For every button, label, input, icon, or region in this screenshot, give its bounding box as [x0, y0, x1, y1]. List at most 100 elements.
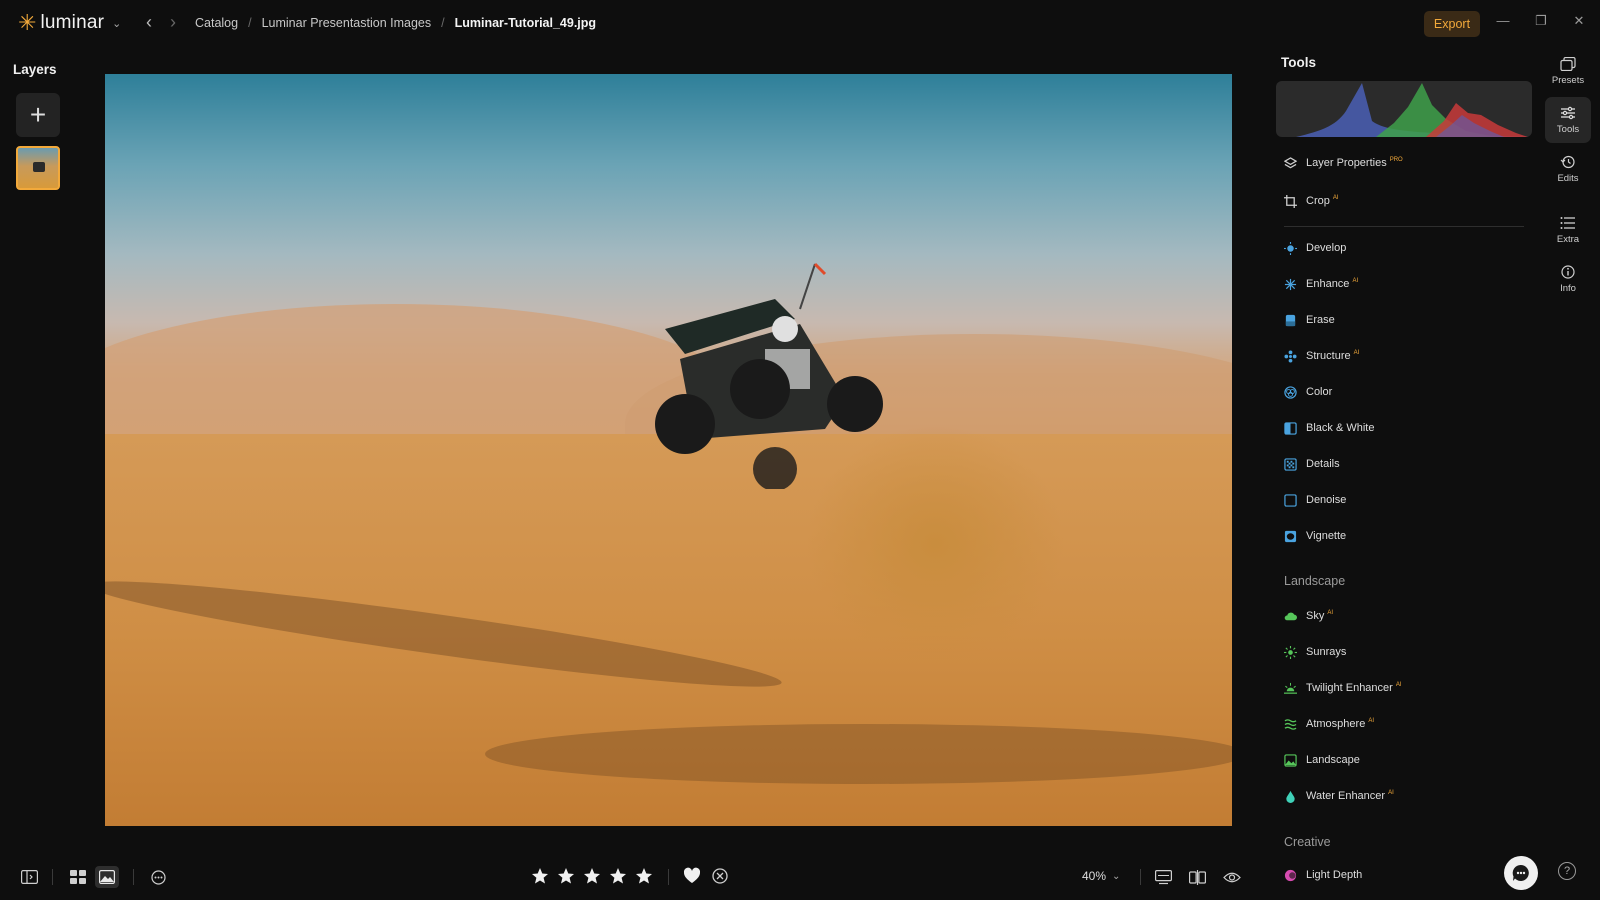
sun-icon: [1284, 241, 1297, 255]
forward-button[interactable]: ›: [164, 13, 182, 33]
tool-color[interactable]: Color: [1284, 383, 1332, 401]
rail-presets[interactable]: Presets: [1545, 48, 1591, 94]
vignette-icon: [1284, 530, 1297, 542]
tool-black-white[interactable]: Black & White: [1284, 419, 1374, 437]
breadcrumb-catalog[interactable]: Catalog: [195, 16, 238, 30]
app-logo[interactable]: ✳ luminar ⌄: [18, 12, 121, 34]
luminar-star-icon: ✳: [18, 10, 37, 35]
tool-denoise[interactable]: Denoise: [1284, 491, 1346, 509]
landscape-section-title: Landscape: [1284, 574, 1346, 588]
chat-icon: [1512, 864, 1529, 881]
color-icon: [1284, 385, 1297, 399]
landscape-icon: [1284, 753, 1297, 767]
chat-button[interactable]: [1504, 856, 1538, 890]
toggle-sidebar-button[interactable]: [20, 868, 38, 886]
rating-star-icon[interactable]: [557, 867, 575, 885]
rail-extra[interactable]: Extra: [1545, 207, 1591, 253]
tool-twilight-enhancer[interactable]: Twilight Enhancer AI: [1284, 679, 1402, 697]
eraser-icon: [1285, 314, 1296, 326]
ai-badge: AI: [1388, 790, 1394, 797]
cloud-icon: [1284, 612, 1297, 620]
layers-icon: [1284, 156, 1297, 168]
tool-erase[interactable]: Erase: [1284, 311, 1335, 329]
creative-section-title: Creative: [1284, 835, 1331, 849]
photo-shadow: [485, 724, 1232, 784]
more-icon: [150, 869, 166, 885]
compare-view-button[interactable]: [1154, 868, 1172, 886]
tool-enhance[interactable]: Enhance AI: [1284, 275, 1358, 293]
tool-label: Layer Properties: [1306, 157, 1387, 169]
rating-star-icon[interactable]: [583, 867, 601, 885]
minimize-icon[interactable]: —: [1494, 12, 1512, 30]
app-name: luminar: [40, 12, 105, 33]
tool-label: Water Enhancer: [1306, 790, 1386, 802]
more-options-button[interactable]: [149, 868, 167, 886]
tool-water-enhancer[interactable]: Water Enhancer AI: [1284, 787, 1394, 805]
single-view-button[interactable]: [95, 866, 119, 888]
tool-structure[interactable]: Structure AI: [1284, 347, 1359, 365]
grid-view-button[interactable]: [69, 868, 87, 886]
tool-landscape[interactable]: Landscape: [1284, 751, 1360, 769]
split-compare-icon: [1188, 869, 1206, 885]
tool-sunrays[interactable]: Sunrays: [1284, 643, 1346, 661]
zoom-dropdown[interactable]: 40% ⌄: [1082, 869, 1120, 883]
help-icon[interactable]: ?: [1558, 862, 1576, 880]
ai-badge: AI: [1353, 350, 1360, 357]
tool-layer-properties[interactable]: Layer Properties PRO: [1284, 154, 1403, 172]
ai-badge: AI: [1395, 682, 1402, 689]
tool-label: Sunrays: [1306, 646, 1347, 658]
list-icon: [1560, 216, 1575, 229]
ai-badge: AI: [1332, 195, 1339, 202]
layer-thumbnail[interactable]: [16, 146, 60, 190]
toolbar-divider: [668, 869, 669, 885]
rating-star-icon[interactable]: [635, 867, 653, 885]
close-icon[interactable]: ✕: [1570, 12, 1588, 30]
history-icon: [1560, 155, 1575, 168]
tool-label: Sky: [1306, 610, 1325, 622]
preview-toggle-button[interactable]: [1222, 868, 1242, 886]
breadcrumb-folder[interactable]: Luminar Presentastion Images: [262, 16, 432, 30]
crop-icon: [1284, 194, 1297, 208]
rating-star-icon[interactable]: [531, 867, 549, 885]
ai-badge: AI: [1352, 278, 1359, 285]
restore-icon[interactable]: ❐: [1532, 12, 1550, 30]
rail-label: Info: [1560, 282, 1576, 294]
tool-develop[interactable]: Develop: [1284, 239, 1346, 257]
photo-buggy: [655, 262, 883, 489]
image-icon: [99, 870, 115, 884]
rail-label: Edits: [1557, 172, 1579, 184]
histogram: [1276, 81, 1532, 137]
tool-vignette[interactable]: Vignette: [1284, 527, 1346, 545]
split-view-button[interactable]: [1188, 868, 1206, 886]
chevron-down-icon: ⌄: [1112, 870, 1121, 882]
layer-thumbnail-image: [33, 162, 45, 172]
rail-edits[interactable]: Edits: [1545, 146, 1591, 192]
grid-icon: [70, 870, 86, 884]
tool-sky[interactable]: Sky AI: [1284, 607, 1333, 625]
tool-details[interactable]: Details: [1284, 455, 1340, 473]
reject-icon[interactable]: [711, 867, 729, 885]
add-layer-button[interactable]: +: [16, 93, 60, 137]
tool-label: Vignette: [1306, 530, 1347, 542]
ai-badge: AI: [1368, 718, 1374, 725]
tool-atmosphere[interactable]: Atmosphere AI: [1284, 715, 1374, 733]
toolbar-divider: [1140, 869, 1141, 885]
structure-icon: [1284, 349, 1297, 363]
rail-tools[interactable]: Tools: [1545, 97, 1591, 143]
black-white-icon: [1284, 421, 1297, 435]
tool-label: Erase: [1306, 314, 1335, 326]
rail-label: Extra: [1556, 233, 1580, 245]
tool-label: Enhance: [1306, 278, 1350, 290]
back-button[interactable]: ‹: [140, 13, 158, 33]
tool-label: Details: [1306, 458, 1340, 470]
tool-crop[interactable]: Crop AI: [1284, 192, 1339, 210]
export-button[interactable]: Export: [1424, 11, 1480, 37]
tool-label: Twilight Enhancer: [1306, 682, 1393, 694]
main-photo[interactable]: [105, 74, 1232, 826]
rail-info[interactable]: Info: [1545, 256, 1591, 302]
rating-star-icon[interactable]: [609, 867, 627, 885]
water-drop-icon: [1286, 790, 1295, 803]
heart-icon[interactable]: [683, 867, 701, 885]
monitor-icon: [1154, 869, 1172, 884]
sunrays-icon: [1284, 645, 1297, 659]
